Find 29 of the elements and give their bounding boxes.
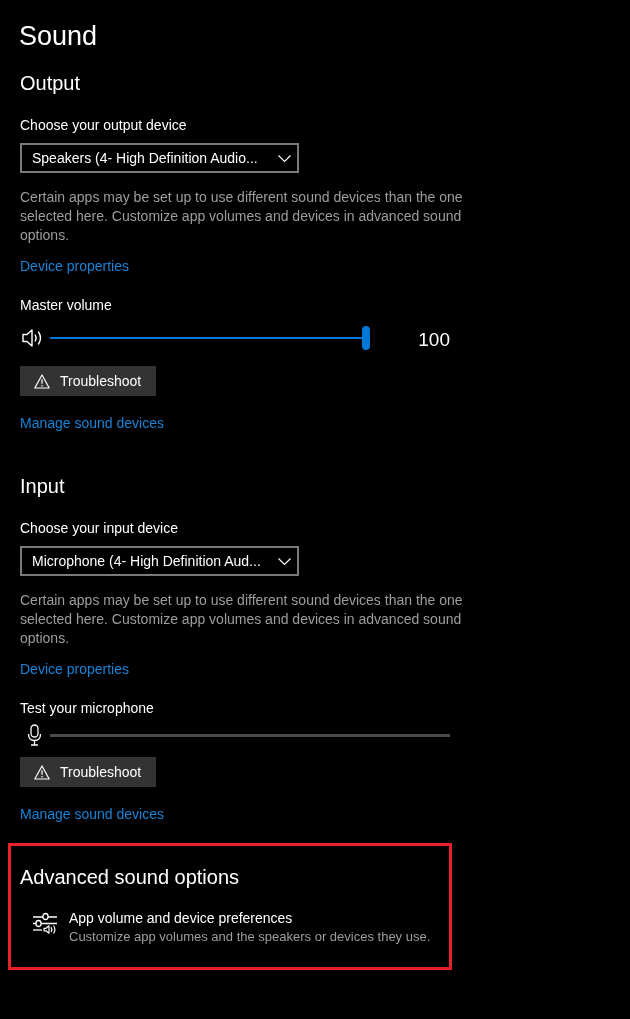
description-text: Certain apps may be set up to use different sound devices than the one selected here. Customize app volumes and devices in advanced sound options. bbox=[20, 188, 464, 245]
field-label: Test your microphone bbox=[20, 699, 154, 718]
manage-devices-link[interactable]: Manage sound devices bbox=[20, 413, 164, 433]
microphone-icon bbox=[27, 724, 42, 746]
troubleshoot-button[interactable]: Troubleshoot bbox=[20, 757, 157, 787]
device-properties-link[interactable]: Device properties bbox=[20, 256, 129, 276]
field-label: Choose your input device bbox=[20, 519, 178, 538]
field-label: Master volume bbox=[20, 296, 112, 315]
speaker-icon bbox=[22, 328, 44, 348]
chevron-down-icon bbox=[278, 154, 291, 162]
section-heading: Output bbox=[20, 71, 81, 96]
device-dropdown[interactable]: Speakers (4- High Definition Audio... bbox=[20, 143, 299, 173]
warning-icon bbox=[34, 373, 50, 389]
volume-slider[interactable] bbox=[50, 326, 370, 350]
manage-devices-link[interactable]: Manage sound devices bbox=[20, 804, 164, 824]
slider-thumb[interactable] bbox=[362, 326, 370, 350]
description-text: Certain apps may be set up to use different sound devices than the one selected here. Customize app volumes and devices in advanced sound options. bbox=[20, 591, 464, 648]
section-heading: Advanced sound options bbox=[20, 865, 240, 890]
volume-value: 100 bbox=[418, 328, 450, 352]
warning-icon bbox=[34, 764, 50, 780]
chevron-down-icon bbox=[278, 557, 291, 565]
troubleshoot-button[interactable]: Troubleshoot bbox=[20, 366, 157, 396]
field-label: Choose your output device bbox=[20, 116, 187, 135]
device-dropdown[interactable]: Microphone (4- High Definition Aud... bbox=[20, 546, 299, 576]
section-heading: Input bbox=[20, 474, 65, 499]
preferences-entry[interactable]: App volume and device preferences Customize app volumes and the speakers or devices they use. bbox=[32, 908, 431, 946]
sliders-speaker-icon bbox=[32, 912, 58, 934]
page-title: Sound bbox=[19, 20, 98, 53]
device-properties-link[interactable]: Device properties bbox=[20, 659, 129, 679]
